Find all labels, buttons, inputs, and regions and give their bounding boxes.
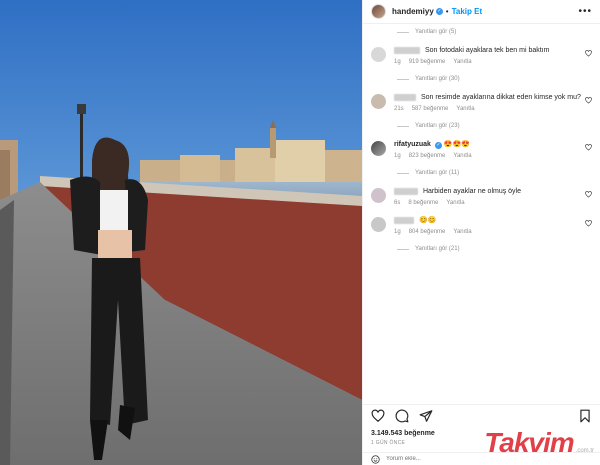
comment-meta: 1g 804 beğenme Yanıtla bbox=[394, 229, 592, 235]
replies-line bbox=[397, 125, 409, 127]
comment-item: rifatyuzuak ✓ 😍😍😍 1g 823 beğenme Yanıtla bbox=[371, 140, 592, 159]
view-replies-label: Yanıtları gör (30) bbox=[415, 76, 460, 82]
verified-icon: ✓ bbox=[434, 142, 442, 149]
separator-dot: • bbox=[445, 7, 449, 16]
comment-time: 1g bbox=[394, 59, 401, 65]
comment-likes[interactable]: 919 beğenme bbox=[409, 59, 446, 65]
commenter-avatar[interactable] bbox=[371, 47, 386, 62]
comment-body: Harbiden ayaklar ne olmuş öyle 6s 8 beğe… bbox=[394, 187, 592, 206]
comment-body: Son resimde ayaklarına dikkat eden kimse… bbox=[394, 93, 592, 112]
author-username[interactable]: handemiyy bbox=[392, 7, 434, 16]
comment-time: 6s bbox=[394, 200, 401, 206]
comment-text-row: Son fotodaki ayaklara tek ben mi baktım bbox=[394, 46, 592, 56]
add-comment-bar bbox=[363, 452, 600, 465]
commenter-username-blurred[interactable] bbox=[394, 93, 416, 101]
like-comment-icon[interactable] bbox=[585, 50, 592, 57]
replies-line bbox=[397, 172, 409, 174]
view-replies-button[interactable]: Yanıtları gör (23) bbox=[397, 120, 592, 132]
follow-button[interactable]: Takip Et bbox=[452, 7, 483, 16]
commenter-avatar[interactable] bbox=[371, 141, 386, 156]
comment-text-row: Son resimde ayaklarına dikkat eden kimse… bbox=[394, 93, 592, 103]
comment-likes[interactable]: 8 beğenme bbox=[408, 200, 438, 206]
comment-meta: 6s 8 beğenme Yanıtla bbox=[394, 200, 592, 206]
view-replies-label: Yanıtları gör (23) bbox=[415, 123, 460, 129]
commenter-username-blurred[interactable] bbox=[394, 46, 420, 54]
like-comment-icon[interactable] bbox=[585, 220, 592, 227]
like-comment-icon[interactable] bbox=[585, 97, 592, 104]
post-header: handemiyy ✓ • Takip Et ••• bbox=[363, 0, 600, 24]
emoji-icon[interactable] bbox=[371, 454, 380, 464]
commenter-username-blurred[interactable] bbox=[394, 216, 414, 224]
reply-button[interactable]: Yanıtla bbox=[456, 106, 474, 112]
comment-likes[interactable]: 823 beğenme bbox=[409, 153, 446, 159]
add-comment-input[interactable] bbox=[386, 456, 506, 462]
replies-line bbox=[397, 78, 409, 80]
like-comment-icon[interactable] bbox=[585, 191, 592, 198]
comment-meta: 1g 823 beğenme Yanıtla bbox=[394, 153, 592, 159]
comment-text: 😊😊 bbox=[418, 217, 437, 224]
comment-text: Son resimde ayaklarına dikkat eden kimse… bbox=[420, 94, 581, 101]
replies-line bbox=[397, 31, 409, 33]
post-actions-bar bbox=[363, 404, 600, 426]
comment-item: Son resimde ayaklarına dikkat eden kimse… bbox=[371, 93, 592, 112]
bookmark-icon[interactable] bbox=[578, 409, 592, 423]
comment-likes[interactable]: 804 beğenme bbox=[409, 229, 446, 235]
commenter-avatar[interactable] bbox=[371, 188, 386, 203]
like-icon[interactable] bbox=[371, 409, 385, 423]
likes-count[interactable]: 3.149.543 beğenme bbox=[371, 430, 435, 437]
comment-body: rifatyuzuak ✓ 😍😍😍 1g 823 beğenme Yanıtla bbox=[394, 140, 592, 159]
comment-time: 21s bbox=[394, 106, 404, 112]
view-replies-button[interactable]: Yanıtları gör (11) bbox=[397, 167, 592, 179]
post-photo bbox=[0, 0, 362, 465]
comment-item: 😊😊 1g 804 beğenme Yanıtla bbox=[371, 216, 592, 235]
post-date: 1 GÜN ÖNCE bbox=[371, 440, 406, 446]
comment-body: 😊😊 1g 804 beğenme Yanıtla bbox=[394, 216, 592, 235]
comment-meta: 1g 919 beğenme Yanıtla bbox=[394, 59, 592, 65]
comment-icon[interactable] bbox=[395, 409, 409, 423]
view-replies-button[interactable]: Yanıtları gör (21) bbox=[397, 243, 592, 255]
comments-list[interactable]: Yanıtları gör (5) Son fotodaki ayaklara … bbox=[363, 24, 600, 399]
comment-body: Son fotodaki ayaklara tek ben mi baktım … bbox=[394, 46, 592, 65]
reply-button[interactable]: Yanıtla bbox=[453, 59, 471, 65]
commenter-avatar[interactable] bbox=[371, 94, 386, 109]
reply-button[interactable]: Yanıtla bbox=[453, 153, 471, 159]
comment-time: 1g bbox=[394, 153, 401, 159]
author-avatar[interactable] bbox=[371, 4, 386, 19]
comment-item: Son fotodaki ayaklara tek ben mi baktım … bbox=[371, 46, 592, 65]
comment-meta: 21s 587 beğenme Yanıtla bbox=[394, 106, 592, 112]
view-replies-label: Yanıtları gör (11) bbox=[415, 170, 460, 176]
commenter-username-blurred[interactable] bbox=[394, 187, 418, 195]
reply-button[interactable]: Yanıtla bbox=[453, 229, 471, 235]
replies-line bbox=[397, 248, 409, 250]
comment-likes[interactable]: 587 beğenme bbox=[412, 106, 449, 112]
view-replies-button[interactable]: Yanıtları gör (30) bbox=[397, 73, 592, 85]
comment-time: 1g bbox=[394, 229, 401, 235]
comment-text-row: 😊😊 bbox=[394, 216, 592, 226]
comment-text-row: Harbiden ayaklar ne olmuş öyle bbox=[394, 187, 592, 197]
comment-text: Harbiden ayaklar ne olmuş öyle bbox=[422, 188, 522, 195]
verified-icon: ✓ bbox=[435, 8, 443, 15]
view-replies-button[interactable]: Yanıtları gör (5) bbox=[397, 26, 592, 38]
view-replies-label: Yanıtları gör (21) bbox=[415, 246, 460, 252]
like-comment-icon[interactable] bbox=[585, 144, 592, 151]
comment-text: 😍😍😍 bbox=[443, 141, 471, 148]
share-icon[interactable] bbox=[419, 409, 433, 423]
reply-button[interactable]: Yanıtla bbox=[446, 200, 464, 206]
commenter-username[interactable]: rifatyuzuak bbox=[394, 141, 431, 148]
comment-text: Son fotodaki ayaklara tek ben mi baktım bbox=[424, 47, 550, 54]
view-replies-label: Yanıtları gör (5) bbox=[415, 29, 457, 35]
comment-text-row: rifatyuzuak ✓ 😍😍😍 bbox=[394, 140, 592, 150]
commenter-avatar[interactable] bbox=[371, 217, 386, 232]
post-sidebar: handemiyy ✓ • Takip Et ••• Yanıtları gör… bbox=[362, 0, 600, 465]
more-options-icon[interactable]: ••• bbox=[578, 6, 592, 17]
comment-item: Harbiden ayaklar ne olmuş öyle 6s 8 beğe… bbox=[371, 187, 592, 206]
